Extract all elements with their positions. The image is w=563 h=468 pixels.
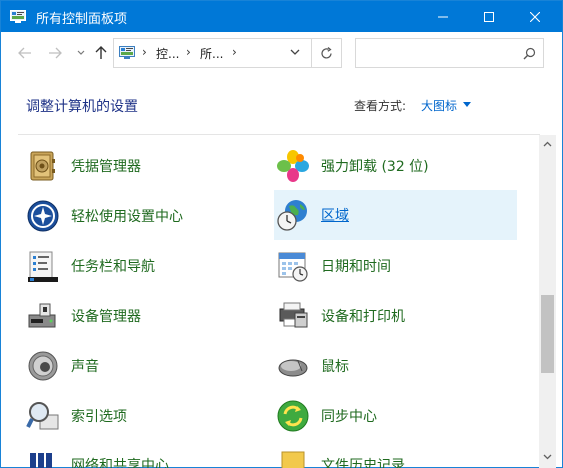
- minimize-icon: [438, 16, 448, 17]
- item-label: 索引选项: [71, 408, 127, 425]
- chevron-down-icon[interactable]: [290, 48, 300, 56]
- control-panel-items: 凭据管理器 强力卸载 (32 位) 轻松使用设置中心 区域 任务栏和导航 日期和…: [1, 135, 539, 468]
- item-date-time[interactable]: 日期和时间: [276, 241, 516, 290]
- item-label: 鼠标: [321, 358, 349, 375]
- item-device-manager[interactable]: 设备管理器: [26, 291, 266, 340]
- control-panel-icon: [119, 46, 135, 59]
- maximize-button[interactable]: [466, 1, 512, 32]
- close-button[interactable]: [512, 1, 558, 32]
- item-region[interactable]: 区域: [274, 190, 517, 240]
- scroll-thumb[interactable]: [541, 295, 554, 373]
- item-label: 设备管理器: [71, 308, 141, 325]
- uninstaller-flower-icon: [276, 149, 310, 183]
- item-label: 同步中心: [321, 408, 377, 425]
- refresh-icon: [321, 46, 332, 59]
- content-header: 调整计算机的设置 查看方式: 大图标: [1, 74, 562, 134]
- item-credential-manager[interactable]: 凭据管理器: [26, 141, 266, 190]
- navigation-bar: › 控... › 所... ›: [1, 32, 562, 74]
- control-panel-icon: [10, 10, 26, 23]
- forward-button[interactable]: [45, 43, 65, 63]
- breadcrumb-separator[interactable]: ›: [232, 45, 237, 59]
- search-box[interactable]: [355, 38, 544, 68]
- device-manager-icon: [26, 299, 60, 333]
- sync-center-icon: [276, 399, 310, 433]
- view-by-label: 查看方式:: [354, 99, 407, 113]
- chevron-down-icon: [77, 50, 85, 55]
- recent-locations-button[interactable]: [71, 43, 91, 63]
- item-sound[interactable]: 声音: [26, 341, 266, 390]
- search-icon[interactable]: [523, 47, 536, 60]
- window-title: 所有控制面板项: [36, 12, 128, 27]
- item-label: 日期和时间: [321, 258, 391, 275]
- item-label: 网络和共享中心: [71, 458, 169, 468]
- refresh-button[interactable]: [312, 38, 342, 68]
- view-by-dropdown[interactable]: 大图标: [421, 97, 457, 114]
- item-label: 凭据管理器: [71, 158, 141, 175]
- vertical-scrollbar[interactable]: [539, 135, 556, 468]
- item-label: 声音: [71, 358, 99, 375]
- item-label: 轻松使用设置中心: [71, 208, 183, 225]
- mouse-icon: [276, 349, 310, 383]
- item-sync-center[interactable]: 同步中心: [276, 391, 516, 440]
- close-icon: [530, 11, 540, 22]
- breadcrumb-control-panel[interactable]: 控...: [156, 45, 179, 62]
- item-taskbar-navigation[interactable]: 任务栏和导航: [26, 241, 266, 290]
- caret-down-icon[interactable]: [463, 102, 471, 107]
- taskbar-icon: [26, 249, 60, 283]
- item-file-history[interactable]: 文件历史记录: [276, 449, 516, 468]
- devices-printers-icon: [276, 299, 310, 333]
- scroll-down-button[interactable]: [539, 448, 556, 465]
- search-input[interactable]: [360, 43, 510, 63]
- breadcrumb-separator[interactable]: ›: [142, 45, 147, 59]
- maximize-icon: [484, 11, 494, 22]
- item-uninstaller[interactable]: 强力卸载 (32 位): [276, 141, 516, 190]
- minimize-button[interactable]: [420, 1, 466, 32]
- item-label: 文件历史记录: [321, 458, 405, 468]
- up-button[interactable]: [91, 43, 111, 63]
- item-indexing-options[interactable]: 索引选项: [26, 391, 266, 440]
- item-label: 区域: [321, 208, 349, 224]
- date-time-icon: [276, 249, 310, 283]
- indexing-magnifier-icon: [26, 399, 60, 433]
- item-mouse[interactable]: 鼠标: [276, 341, 516, 390]
- back-button[interactable]: [15, 43, 35, 63]
- item-label: 任务栏和导航: [71, 258, 155, 275]
- title-bar[interactable]: 所有控制面板项: [1, 1, 562, 32]
- item-ease-of-access[interactable]: 轻松使用设置中心: [26, 191, 266, 240]
- speaker-icon: [26, 349, 60, 383]
- chevron-up-icon: [543, 141, 552, 146]
- page-title: 调整计算机的设置: [26, 99, 138, 115]
- arrow-right-icon: [49, 47, 62, 59]
- address-bar[interactable]: › 控... › 所... ›: [113, 38, 312, 68]
- network-sharing-icon: [26, 449, 60, 468]
- file-history-icon: [276, 449, 310, 468]
- item-network-sharing[interactable]: 网络和共享中心: [26, 449, 266, 468]
- region-globe-clock-icon: [276, 198, 310, 232]
- arrow-left-icon: [18, 47, 31, 59]
- chevron-down-icon: [543, 454, 552, 459]
- item-devices-printers[interactable]: 设备和打印机: [276, 291, 516, 340]
- ease-of-access-icon: [26, 199, 60, 233]
- breadcrumb-all-items[interactable]: 所...: [200, 45, 223, 62]
- credential-vault-icon: [26, 149, 60, 183]
- item-label: 强力卸载 (32 位): [321, 158, 429, 175]
- control-panel-window: 所有控制面板项 › 控... › 所... › 调整计算机的设置 查看方式: 大…: [0, 0, 563, 468]
- arrow-up-icon: [95, 46, 107, 59]
- breadcrumb-separator[interactable]: ›: [186, 45, 191, 59]
- scroll-up-button[interactable]: [539, 135, 556, 152]
- item-label: 设备和打印机: [321, 308, 405, 325]
